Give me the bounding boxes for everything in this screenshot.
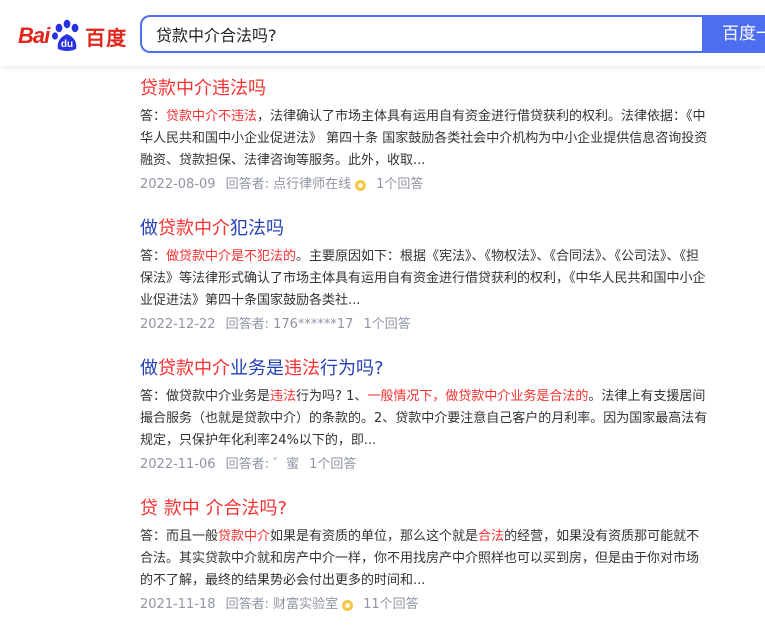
abstract-segment: 违法	[270, 389, 297, 404]
abstract-segment: 做贷款中介是不犯法的	[166, 249, 297, 264]
result-abstract: 答：做贷款中介是不犯法的。主要原因如下：根据《宪法》、《物权法》、《合同法》、《…	[140, 246, 710, 312]
result-abstract: 答：做贷款中介业务是违法行为吗? 1、一般情况下，做贷款中介业务是合法的。法律上…	[140, 386, 710, 452]
result-answerer[interactable]: 回答者: 176******17	[226, 314, 354, 336]
result-abstract: 答：而且一般贷款中介如果是有资质的单位，那么这个就是合法的经营，如果没有资质那可…	[140, 526, 710, 592]
result-date: 2021-11-18	[140, 597, 216, 612]
result-meta: 2022-12-22 回答者: 176******17 1个回答	[140, 314, 710, 336]
result-item: 做贷款中介犯法吗答：做贷款中介是不犯法的。主要原因如下：根据《宪法》、《物权法》…	[140, 216, 710, 336]
result-meta: 2022-08-09 回答者: 点行律师在线 1个回答	[140, 174, 710, 196]
abstract-segment: 一般情况下，做贷款中介业务是合法的	[367, 389, 589, 404]
result-meta: 2022-11-06 回答者: ゛蜜 1个回答	[140, 454, 710, 476]
answer-count[interactable]: 1个回答	[363, 314, 410, 336]
title-segment: 贷款中介	[158, 358, 230, 379]
result-date: 2022-08-09	[140, 177, 216, 192]
abstract-segment: 合法	[478, 529, 505, 544]
title-segment: 违法	[284, 358, 320, 379]
abstract-segment: 答：	[140, 249, 167, 264]
abstract-segment: 答：而且一般	[140, 529, 219, 544]
title-segment: 做	[140, 218, 158, 239]
header: Bai du 百度 贷款中介合法吗? 百度一	[0, 0, 765, 66]
result-title-link[interactable]: 做贷款中介业务是违法行为吗?	[140, 356, 710, 382]
result-title-link[interactable]: 做贷款中介犯法吗	[140, 216, 710, 242]
baidu-logo[interactable]: Bai du 百度	[18, 18, 127, 54]
logo-bai-text: Bai	[18, 23, 50, 48]
title-segment: 做	[140, 358, 158, 379]
abstract-segment: 贷款中介	[218, 529, 271, 544]
result-date: 2022-12-22	[140, 317, 216, 332]
logo-du-text: du	[61, 39, 73, 50]
result-item: 贷 款中 介合法吗? 答：而且一般贷款中介如果是有资质的单位，那么这个就是合法的经…	[140, 496, 710, 616]
abstract-segment: 如果是有资质的单位，那么这个就是	[270, 529, 479, 544]
paw-logo-icon: du	[52, 19, 79, 51]
search-input[interactable]: 贷款中介合法吗?	[140, 15, 702, 53]
answer-count[interactable]: 11个回答	[363, 594, 419, 616]
answer-count[interactable]: 1个回答	[309, 454, 356, 476]
result-answerer[interactable]: 回答者: ゛蜜	[226, 454, 300, 476]
abstract-segment: 贷款中介不违法	[166, 109, 258, 124]
title-segment: 犯法吗	[230, 218, 284, 239]
result-title-link[interactable]: 贷 款中 介合法吗?	[140, 496, 710, 522]
title-segment: 贷款中介	[158, 218, 230, 239]
result-answerer[interactable]: 回答者: 点行律师在线	[226, 174, 352, 196]
result-date: 2022-11-06	[140, 457, 216, 472]
title-segment: 贷 款中 介合法吗?	[140, 498, 287, 519]
abstract-segment: 答：做贷款中介业务是	[140, 389, 271, 404]
results-list: 贷款中介违法吗答：贷款中介不违法，法律确认了市场主体具有运用自有资金进行借贷获利…	[140, 76, 710, 636]
result-answerer[interactable]: 回答者: 财富实验室	[226, 594, 339, 616]
search-query-text: 贷款中介合法吗?	[156, 26, 277, 45]
verified-badge-icon	[355, 179, 367, 191]
result-meta: 2021-11-18 回答者: 财富实验室 11个回答	[140, 594, 710, 616]
result-item: 做贷款中介业务是违法行为吗? 答：做贷款中介业务是违法行为吗? 1、一般情况下，做…	[140, 356, 710, 476]
title-segment: 行为吗?	[320, 358, 384, 379]
answer-count[interactable]: 1个回答	[376, 174, 423, 196]
result-abstract: 答：贷款中介不违法，法律确认了市场主体具有运用自有资金进行借贷获利的权利。法律依…	[140, 106, 710, 172]
verified-badge-icon	[342, 599, 354, 611]
title-segment: 业务是	[230, 358, 284, 379]
abstract-segment: 答：	[140, 109, 167, 124]
logo-cn-text: 百度	[85, 25, 128, 50]
result-item: 贷款中介违法吗答：贷款中介不违法，法律确认了市场主体具有运用自有资金进行借贷获利…	[140, 76, 710, 196]
search-button[interactable]: 百度一	[702, 15, 765, 53]
abstract-segment: 行为吗? 1、	[296, 389, 368, 404]
result-title-link[interactable]: 贷款中介违法吗	[140, 76, 710, 102]
title-segment: 贷款中介违法吗	[140, 78, 266, 99]
